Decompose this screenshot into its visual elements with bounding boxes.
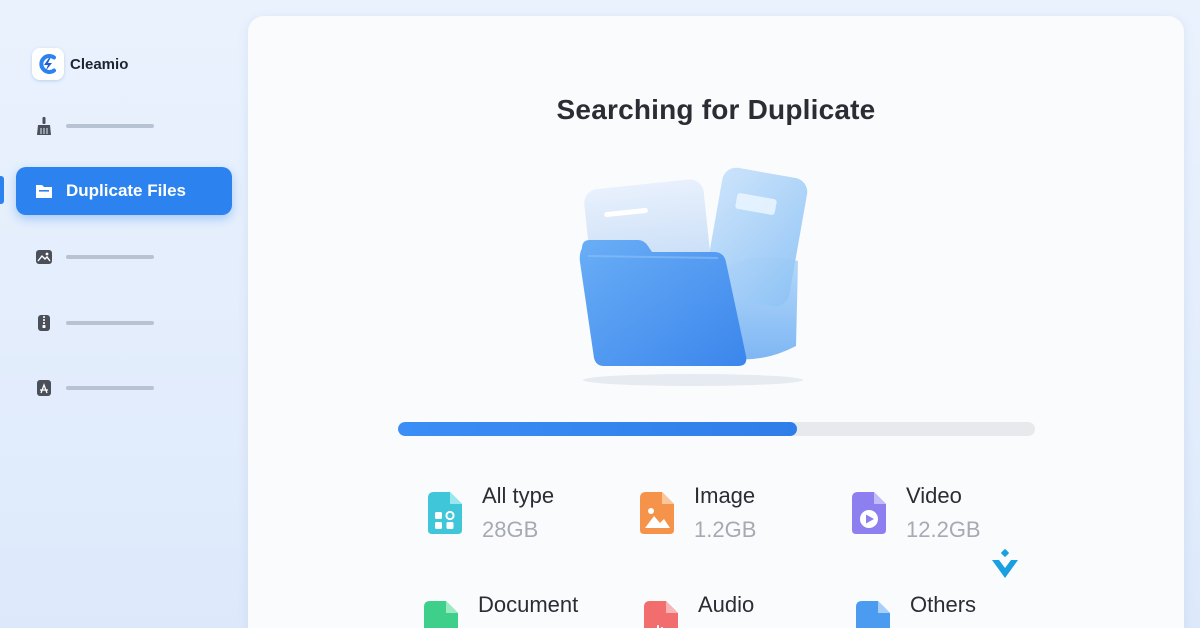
- sidebar-item-pdf[interactable]: [16, 364, 232, 412]
- category-name: Document: [478, 592, 579, 617]
- document-file-icon: [420, 599, 460, 628]
- app-name: Cleamio: [70, 55, 129, 73]
- audio-file-icon: [640, 599, 680, 628]
- folder-search-illustration: [568, 166, 808, 396]
- image-icon: [34, 247, 54, 267]
- search-progress-fill: [398, 422, 797, 436]
- sidebar: Cleamio Duplicate Files: [0, 0, 248, 628]
- category-document[interactable]: Document: [420, 591, 578, 628]
- search-progress-bar: [398, 422, 1035, 436]
- sidebar-item-label-placeholder: [66, 255, 154, 259]
- folder-icon: [34, 181, 54, 201]
- page-title: Searching for Duplicate: [556, 94, 876, 125]
- watermark-logo: [988, 548, 1022, 582]
- video-file-icon: [848, 490, 888, 536]
- category-audio[interactable]: Audio: [640, 591, 754, 628]
- category-name: Video: [906, 483, 962, 508]
- category-name: All type: [482, 483, 555, 508]
- sidebar-item-images[interactable]: [16, 233, 232, 281]
- cleamio-logo-icon: [32, 48, 64, 80]
- sidebar-item-label-placeholder: [66, 124, 154, 128]
- broom-icon: [34, 116, 54, 136]
- sidebar-item-archives[interactable]: [16, 299, 232, 347]
- app-window: Cleamio Duplicate Files Searching for Du…: [0, 0, 1200, 628]
- category-size: 28GB: [482, 517, 539, 542]
- all-type-icon: [424, 490, 464, 536]
- category-others[interactable]: Others: [852, 591, 976, 628]
- pdf-icon: [34, 378, 54, 398]
- category-name: Image: [694, 483, 756, 508]
- sidebar-item-cleanup[interactable]: [16, 102, 232, 150]
- sidebar-item-label-placeholder: [66, 386, 154, 390]
- image-file-icon: [636, 490, 676, 536]
- active-nav-indicator: [0, 176, 4, 204]
- category-size: 1.2GB: [694, 517, 757, 542]
- archive-icon: [34, 313, 54, 333]
- app-logo: Cleamio: [32, 48, 128, 80]
- main-panel: Searching for Duplicate All type 28GB Im…: [248, 16, 1184, 628]
- category-name: Others: [910, 592, 977, 617]
- category-name: Audio: [698, 592, 755, 617]
- others-file-icon: [852, 599, 892, 628]
- sidebar-item-label: Duplicate Files: [66, 181, 186, 200]
- category-size: 12.2GB: [906, 517, 981, 542]
- category-image[interactable]: Image 1.2GB: [636, 482, 756, 544]
- sidebar-item-duplicate-files[interactable]: Duplicate Files: [16, 167, 232, 215]
- sidebar-item-label-placeholder: [66, 321, 154, 325]
- category-all-type[interactable]: All type 28GB: [424, 482, 554, 544]
- category-video[interactable]: Video 12.2GB: [848, 482, 981, 544]
